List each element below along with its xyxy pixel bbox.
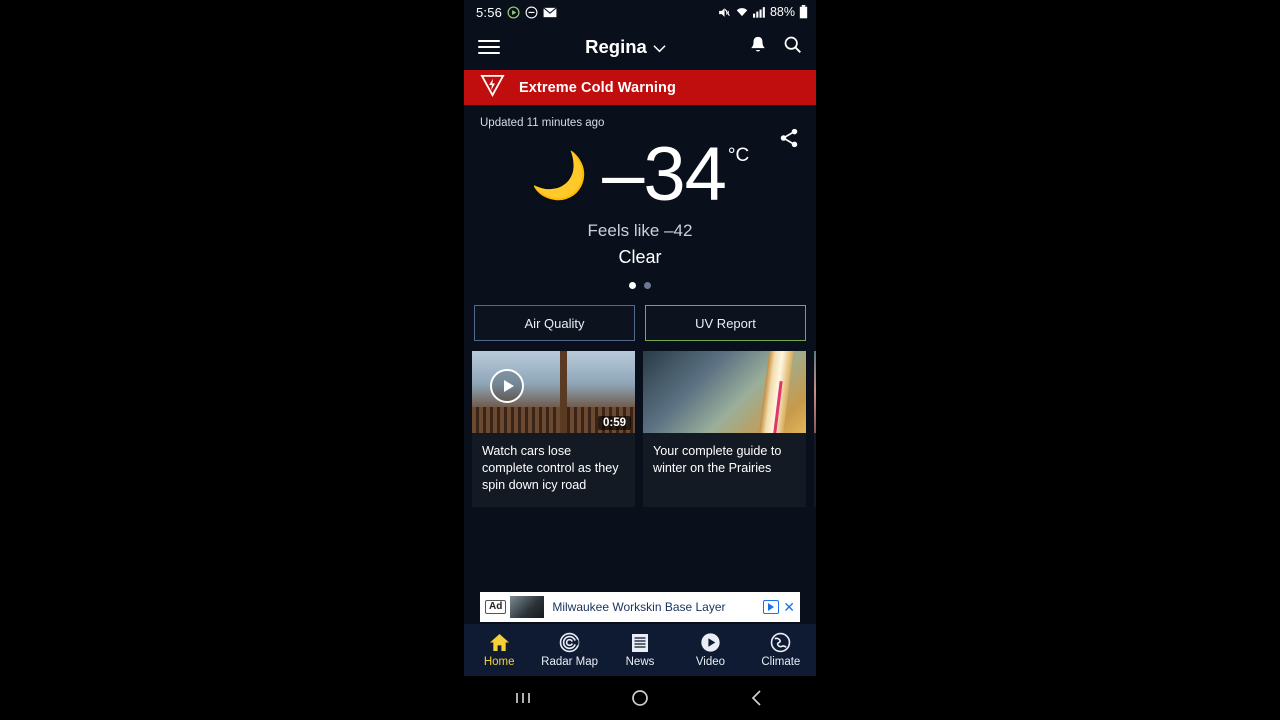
updated-timestamp: Updated 11 minutes ago [480, 117, 605, 129]
status-bar-left: 5:56 [476, 5, 557, 20]
battery-percent-label: 88% [769, 5, 795, 19]
chevron-down-icon [653, 36, 666, 58]
current-temperature: –34 °C [602, 132, 750, 217]
play-icon[interactable] [490, 369, 524, 404]
nav-label-radar-map: Radar Map [541, 655, 599, 668]
video-duration-badge: 0:59 [597, 416, 631, 431]
status-bar-right: 88% [717, 5, 808, 19]
frosted-thermometer-thumbnail [643, 351, 806, 434]
weather-alert-label: Extreme Cold Warning [519, 79, 676, 96]
air-quality-button[interactable]: Air Quality [474, 305, 635, 342]
card-title: Watch cars lose complete control as they… [482, 444, 619, 492]
temperature-unit: °C [727, 145, 750, 166]
mute-icon [717, 6, 731, 19]
recents-icon[interactable] [464, 690, 581, 706]
location-selector[interactable]: Regina [502, 36, 749, 58]
video-play-icon [700, 633, 721, 653]
bell-icon[interactable] [749, 35, 767, 60]
home-icon [489, 633, 510, 653]
nav-item-climate[interactable]: Climate [746, 632, 816, 668]
status-bar: 5:56 88% [464, 0, 816, 24]
uv-report-button[interactable]: UV Report [645, 305, 806, 342]
back-icon[interactable] [699, 689, 816, 707]
card-item[interactable] [814, 351, 816, 508]
nav-label-video: Video [695, 655, 726, 668]
crescent-moon-icon: 🌙 [530, 149, 589, 202]
content-cards: 0:59 Watch cars lose complete control as… [464, 341, 816, 508]
close-icon[interactable]: ✕ [783, 600, 795, 614]
page-dot-2[interactable] [644, 282, 651, 290]
page-title: Regina [585, 36, 647, 57]
nav-label-news: News [625, 655, 655, 668]
weather-alert-banner[interactable]: Extreme Cold Warning [464, 70, 816, 105]
nav-item-video[interactable]: Video [675, 633, 745, 668]
page-dot-1[interactable] [629, 282, 636, 290]
nav-item-radar-map[interactable]: Radar Map [534, 632, 604, 668]
do-not-disturb-icon [525, 6, 538, 19]
phone-screen: 5:56 88% Regina Extreme Cold Warning Upd… [464, 0, 816, 720]
wifi-icon [735, 6, 749, 18]
quick-links: Air Quality UV Report [464, 289, 816, 342]
hamburger-menu-icon[interactable] [478, 40, 500, 54]
app-bar: Regina [464, 24, 816, 70]
share-icon[interactable] [778, 127, 800, 154]
home-circle-icon[interactable] [581, 689, 698, 707]
bottom-navigation: Home Radar Map News Video Climate [464, 624, 816, 676]
icy-road-cars-thumbnail: 0:59 [472, 351, 635, 434]
nav-label-climate: Climate [761, 655, 801, 668]
news-icon [631, 633, 649, 653]
page-indicator[interactable] [480, 282, 800, 290]
current-conditions: Updated 11 minutes ago 🌙 –34 °C Feels li… [464, 105, 816, 290]
nav-label-home: Home [483, 655, 515, 668]
ad-headline: Milwaukee Workskin Base Layer [552, 600, 726, 614]
ad-thumbnail [510, 596, 545, 618]
feels-like-label: Feels like –42 [587, 221, 693, 241]
severe-weather-warning-icon [480, 73, 505, 102]
nav-item-home[interactable]: Home [464, 633, 534, 668]
radar-icon [559, 632, 580, 653]
card-title: Your complete guide to winter on the Pra… [653, 444, 782, 475]
globe-icon [770, 632, 791, 653]
weather-app: 5:56 88% Regina Extreme Cold Warning Upd… [464, 0, 816, 676]
battery-icon [799, 5, 808, 19]
play-circle-icon [507, 5, 520, 19]
android-system-nav [464, 676, 816, 720]
ad-badge: Ad [485, 600, 507, 614]
mail-icon [543, 6, 557, 18]
adchoices-icon[interactable] [763, 600, 780, 614]
card-item[interactable]: Your complete guide to winter on the Pra… [643, 351, 806, 508]
status-bar-clock: 5:56 [476, 4, 503, 20]
search-icon[interactable] [783, 35, 802, 59]
card-title [814, 433, 816, 457]
ad-banner[interactable]: Ad Milwaukee Workskin Base Layer ✕ [480, 592, 800, 622]
ad-controls: ✕ [763, 600, 800, 614]
condition-label: Clear [618, 247, 662, 268]
nav-item-news[interactable]: News [605, 633, 675, 668]
app-bar-actions [749, 35, 802, 60]
temperature-row: 🌙 –34 °C [480, 132, 800, 217]
cellular-signal-icon [752, 6, 766, 18]
temperature-value: –34 [602, 132, 727, 217]
card-item[interactable]: 0:59 Watch cars lose complete control as… [472, 351, 635, 508]
person-portrait-thumbnail [814, 351, 816, 434]
